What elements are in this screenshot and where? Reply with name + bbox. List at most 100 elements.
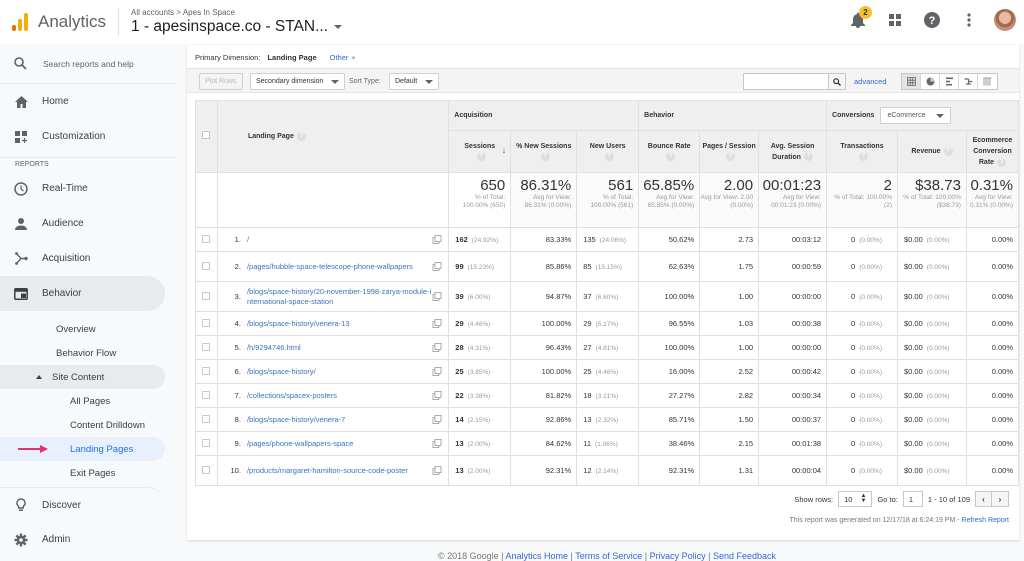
row-checkbox[interactable] (202, 414, 211, 423)
avg-session-duration-header[interactable]: Avg. Session Duration? (758, 130, 828, 173)
open-external-icon[interactable] (431, 367, 443, 376)
help-button[interactable]: ? (920, 8, 944, 32)
transactions-header[interactable]: Transactions? (826, 130, 898, 173)
refresh-report-link[interactable]: Refresh Report (962, 517, 1009, 524)
pct-new-sessions-header[interactable]: % New Sessions? (510, 130, 578, 173)
pie-view-button[interactable] (921, 74, 940, 89)
show-rows-select[interactable]: 10 ▲ ▼ (838, 491, 873, 507)
notifications-button[interactable]: 2 (846, 6, 872, 32)
conversions-select[interactable]: eCommerce (880, 107, 951, 124)
goto-input[interactable]: 1 (902, 491, 923, 507)
help-icon[interactable]: ? (859, 152, 869, 162)
help-icon[interactable]: ? (604, 152, 614, 162)
table-view-button[interactable] (902, 74, 921, 89)
help-icon[interactable]: ? (997, 157, 1007, 167)
more-button[interactable] (957, 8, 981, 32)
landing-page-link[interactable]: /h/9294746.html (247, 343, 431, 353)
landing-page-link[interactable]: /blogs/space-history/venera-13 (247, 319, 431, 329)
sidebar-item-customization[interactable]: Customization (0, 119, 165, 154)
sidebar-item-content-drilldown[interactable]: Content Drilldown (0, 413, 165, 437)
table-row: 8. /blogs/space-history/venera-7 14 (2.15%)… (195, 407, 1020, 432)
sessions-header[interactable]: Sessions? ↓ (448, 130, 512, 173)
sidebar-item-exit-pages[interactable]: Exit Pages (0, 461, 165, 485)
help-icon[interactable]: ? (666, 152, 676, 162)
landing-page-link[interactable]: /pages/phone-wallpapers-space (247, 439, 431, 449)
search-button[interactable] (828, 74, 845, 89)
open-external-icon[interactable] (431, 292, 443, 301)
plot-rows-button[interactable]: Plot Rows (199, 73, 243, 90)
sidebar-item-overview[interactable]: Overview (0, 317, 165, 341)
open-external-icon[interactable] (431, 319, 443, 328)
help-icon[interactable]: ? (803, 152, 813, 162)
row-checkbox[interactable] (202, 234, 211, 243)
bounce-rate-header[interactable]: Bounce Rate? (638, 130, 701, 173)
sidebar-item-real-time[interactable]: Real-Time (0, 171, 165, 206)
account-selector[interactable]: All accounts > Apes In Space 1 - apesins… (131, 8, 343, 36)
open-external-icon[interactable] (431, 439, 443, 448)
sidebar-item-all-pages[interactable]: All Pages (0, 389, 165, 413)
prev-page-button[interactable]: ‹ (976, 492, 992, 506)
chevron-down-icon[interactable] (334, 25, 343, 29)
help-icon[interactable]: ? (540, 152, 550, 162)
landing-page-link[interactable]: /blogs/space-history/venera-7 (247, 415, 431, 425)
comparison-view-button[interactable] (959, 74, 978, 89)
breadcrumb[interactable]: All accounts > Apes In Space (131, 8, 342, 17)
primary-dimension-value[interactable]: Landing Page (267, 53, 316, 62)
row-checkbox[interactable] (202, 261, 211, 270)
revenue-cell: $0.00 (0.00%) (897, 311, 967, 336)
row-checkbox[interactable] (202, 342, 211, 351)
row-checkbox[interactable] (202, 318, 211, 327)
help-icon[interactable]: ? (726, 152, 736, 162)
landing-page-link[interactable]: /pages/hubble-space-telescope-phone-wall… (247, 262, 431, 272)
open-external-icon[interactable] (431, 262, 443, 271)
row-checkbox[interactable] (202, 291, 211, 300)
landing-page-link[interactable]: /products/margaret-hamilton-source-code-… (247, 466, 431, 476)
open-external-icon[interactable] (431, 391, 443, 400)
account-title[interactable]: 1 - apesinspace.co - STAN... (131, 18, 328, 36)
help-icon[interactable]: ? (476, 152, 486, 162)
help-icon[interactable]: ? (296, 131, 306, 141)
table-search-input[interactable] (743, 73, 846, 90)
select-all-checkbox[interactable] (202, 130, 211, 139)
sidebar-item-behavior[interactable]: Behavior (0, 276, 165, 311)
row-checkbox[interactable] (202, 366, 211, 375)
pivot-view-button[interactable] (978, 74, 997, 89)
performance-view-button[interactable] (940, 74, 959, 89)
landing-page-header[interactable]: Landing Page? (216, 100, 450, 173)
help-icon[interactable]: ? (943, 146, 953, 156)
secondary-dimension-select[interactable]: Secondary dimension (250, 73, 346, 90)
landing-page-link[interactable]: /blogs/space-history/ (247, 367, 431, 377)
landing-page-link[interactable]: /blogs/space-history/20-november-1998-za… (247, 287, 431, 307)
avatar[interactable] (994, 9, 1016, 31)
revenue-header[interactable]: Revenue? (897, 130, 967, 173)
row-checkbox[interactable] (202, 390, 211, 399)
open-external-icon[interactable] (431, 415, 443, 424)
landing-page-link[interactable]: /collections/spacex-posters (247, 391, 431, 401)
row-checkbox[interactable] (202, 438, 211, 447)
bounce-rate-cell: 92.31% (638, 455, 701, 486)
next-page-button[interactable]: › (992, 492, 1008, 506)
search-reports-input[interactable]: Search reports and help (0, 44, 176, 84)
sidebar-item-acquisition[interactable]: Acquisition (0, 241, 165, 276)
sidebar-item-behavior-flow[interactable]: Behavior Flow (0, 341, 165, 365)
landing-page-link[interactable]: / (247, 235, 431, 245)
advanced-filter-link[interactable]: advanced (854, 77, 887, 86)
open-external-icon[interactable] (431, 235, 443, 244)
other-dimension-link[interactable]: Other ▼ (330, 53, 357, 62)
sort-type-select[interactable]: Default (389, 73, 440, 90)
apps-button[interactable] (883, 8, 907, 32)
sort-desc-icon[interactable]: ↓ (502, 145, 507, 156)
ecommerce-conversion-rate-cell: 0.00% (965, 227, 1020, 252)
open-external-icon[interactable] (431, 343, 443, 352)
new-users-header[interactable]: New Users? (576, 130, 640, 173)
new-users-cell: 25 (4.46%) (576, 359, 640, 384)
ecommerce-conversion-rate-header[interactable]: Ecommerce Conversion Rate? (965, 130, 1020, 173)
sidebar-item-audience[interactable]: Audience (0, 206, 165, 241)
row-checkbox[interactable] (202, 465, 211, 474)
sidebar-group-site-content[interactable]: Site Content (0, 365, 165, 389)
pages-session-header[interactable]: Pages / Session? (699, 130, 760, 173)
sidebar-item-discover[interactable]: Discover (0, 487, 165, 522)
sidebar-item-home[interactable]: Home (0, 84, 165, 119)
analytics-logo-icon[interactable] (12, 13, 28, 31)
open-external-icon[interactable] (431, 466, 443, 475)
